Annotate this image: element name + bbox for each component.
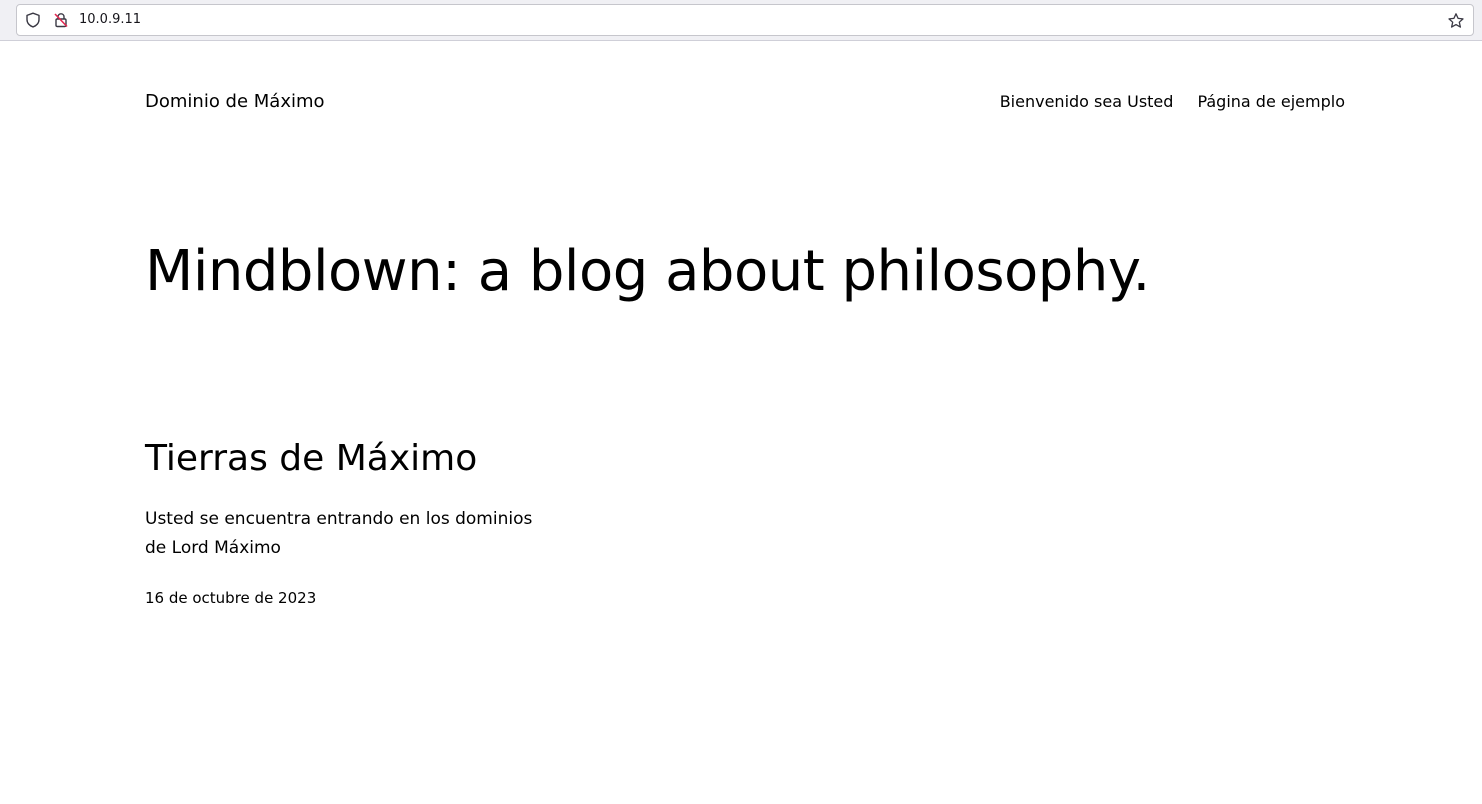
nav-item-bienvenido[interactable]: Bienvenido sea Usted <box>1000 90 1174 114</box>
insecure-lock-icon[interactable] <box>53 12 69 28</box>
nav-item-pagina-ejemplo[interactable]: Página de ejemplo <box>1197 90 1345 114</box>
post-excerpt: Usted se encuentra entrando en los domin… <box>145 509 533 558</box>
url-text[interactable]: 10.0.9.11 <box>79 12 141 28</box>
post-date: 16 de octubre de 2023 <box>145 589 317 607</box>
browser-toolbar: 10.0.9.11 <box>0 0 1482 41</box>
shield-icon[interactable] <box>25 12 41 28</box>
site-title[interactable]: Dominio de Máximo <box>145 90 325 114</box>
hero-heading: Mindblown: a blog about philosophy. <box>145 239 1150 304</box>
site-navigation: Bienvenido sea Usted Página de ejemplo <box>1000 90 1345 114</box>
address-bar[interactable]: 10.0.9.11 <box>16 4 1474 36</box>
post-title[interactable]: Tierras de Máximo <box>145 435 477 483</box>
bookmark-star-icon[interactable] <box>1447 12 1465 30</box>
